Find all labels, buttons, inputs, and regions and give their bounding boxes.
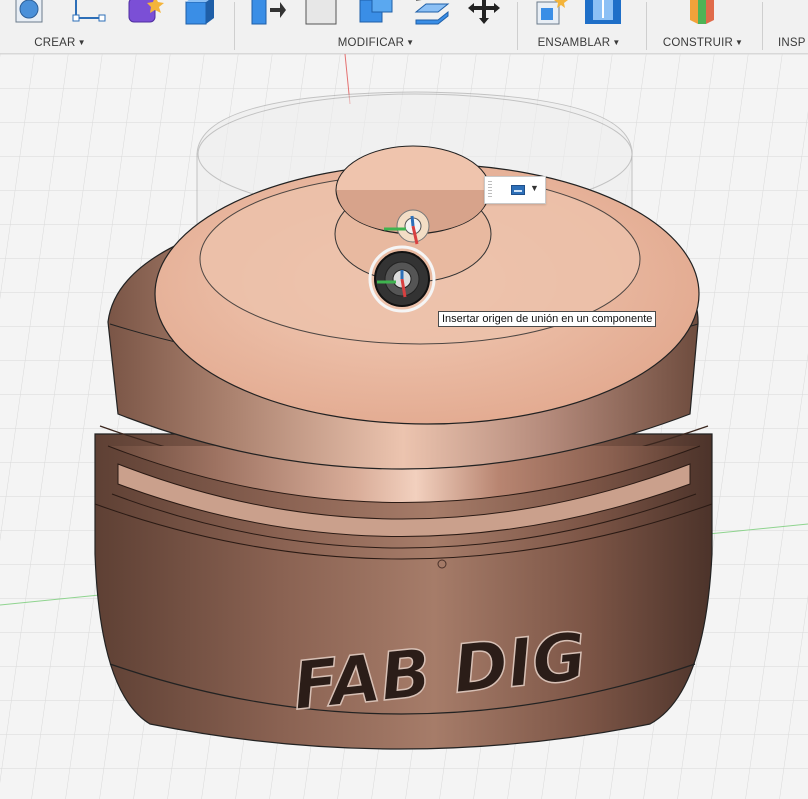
combine-icon[interactable] — [356, 0, 396, 26]
construct-plane-icon[interactable] — [682, 0, 722, 26]
modify-menu-label: MODIFICAR — [337, 37, 405, 49]
assemble-group: ENSAMBLAR ▼ — [519, 0, 639, 53]
display-mode-icon — [511, 185, 525, 195]
press-pull-icon[interactable] — [246, 0, 286, 26]
create-form-icon[interactable] — [125, 0, 165, 26]
assemble-menu[interactable]: ENSAMBLAR ▼ — [519, 37, 639, 49]
view-display-toggle[interactable]: ▼ — [484, 176, 546, 204]
move-icon[interactable] — [464, 0, 504, 26]
inspect-menu[interactable]: INSP — [778, 37, 808, 49]
joint-icon[interactable] — [583, 0, 623, 26]
chevron-down-icon: ▼ — [612, 38, 621, 47]
sketch-line-icon[interactable] — [68, 0, 108, 26]
toolbar-divider — [646, 2, 647, 50]
fillet-icon[interactable] — [300, 0, 340, 26]
chevron-down-icon: ▼ — [77, 38, 86, 47]
construct-group: CONSTRUIR ▼ — [648, 0, 758, 53]
box-solid-icon[interactable] — [180, 0, 220, 26]
assemble-menu-label: ENSAMBLAR — [537, 37, 611, 49]
create-group: CREAR ▼ — [0, 0, 214, 53]
new-component-icon[interactable] — [531, 0, 571, 26]
chevron-down-icon: ▼ — [735, 38, 744, 47]
toolbar-divider — [234, 2, 235, 50]
modify-group: MODIFICAR ▼ — [236, 0, 516, 53]
inspect-group: INSP — [778, 0, 808, 53]
create-menu[interactable]: CREAR ▼ — [0, 37, 120, 49]
tooltip: Insertar origen de unión en un component… — [438, 311, 657, 327]
joint-origin-lower[interactable] — [368, 245, 436, 313]
construct-menu-label: CONSTRUIR — [662, 37, 734, 49]
toolbar: CREAR ▼ MODIFICAR ▼ ENSAMBLAR ▼ CONSTRUI… — [0, 0, 808, 54]
modify-menu[interactable]: MODIFICAR ▼ — [236, 37, 516, 49]
chevron-down-icon: ▼ — [530, 183, 539, 193]
chevron-down-icon: ▼ — [406, 38, 415, 47]
offset-face-icon[interactable] — [412, 0, 452, 26]
sketch-circle-icon[interactable] — [8, 0, 48, 26]
create-menu-label: CREAR — [34, 37, 76, 49]
toolbar-divider — [762, 2, 763, 50]
inspect-menu-label: INSP — [778, 37, 806, 49]
toolbar-divider — [517, 2, 518, 50]
canvas-viewport[interactable]: FAB DIG ▼ Insertar origen de unión en un… — [0, 54, 808, 799]
construct-menu[interactable]: CONSTRUIR ▼ — [648, 37, 758, 49]
drag-grip-icon[interactable] — [488, 181, 492, 199]
